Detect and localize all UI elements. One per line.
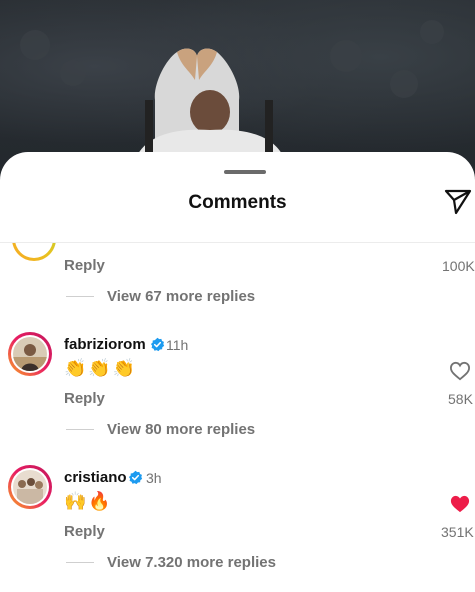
reply-button[interactable]: Reply [64,390,105,407]
avatar[interactable] [8,465,52,509]
comment-time: 3h [146,470,162,486]
divider-line [66,562,94,563]
crowd-shape [420,20,444,44]
divider-line [66,429,94,430]
comment-username[interactable]: cristiano [64,469,127,486]
like-count: 351K [441,524,474,540]
reply-button[interactable]: Reply [64,257,105,274]
avatar[interactable] [12,243,56,261]
comment-time: 11h [166,337,189,353]
crowd-shape [60,60,86,86]
crowd-shape [390,70,418,98]
paper-plane-icon[interactable] [444,189,472,215]
comment-item: Reply 100K View 67 more replies [0,243,475,313]
sheet-title: Comments [188,192,287,213]
profile-photo [13,337,47,371]
crowd-shape [20,30,50,60]
verified-badge-icon [128,470,143,485]
heart-outline-icon[interactable] [449,361,471,381]
like-count: 58K [448,391,473,407]
view-more-replies[interactable]: View 7.320 more replies [107,554,276,571]
profile-photo [13,470,47,504]
reply-button[interactable]: Reply [64,523,105,540]
heart-filled-icon[interactable] [449,494,471,514]
comment-item: fabriziorom 11h 👏👏👏 Reply 58K View 80 mo… [0,330,475,440]
divider-line [66,296,94,297]
comment-text: 🙌🔥 [64,491,113,511]
avatar[interactable] [8,332,52,376]
sheet-drag-handle[interactable] [224,170,266,174]
view-more-replies[interactable]: View 80 more replies [107,421,255,438]
comment-username[interactable]: fabriziorom [64,336,146,353]
comment-text: 👏👏👏 [64,358,138,378]
like-count: 100K [442,258,475,274]
comments-sheet: Comments Reply 100K View 67 more replies [0,152,475,592]
view-more-replies[interactable]: View 67 more replies [107,288,255,305]
player-silhouette [135,48,285,160]
comment-item: cristiano 3h 🙌🔥 Reply 351K View 7.320 mo… [0,463,475,588]
verified-badge-icon [150,337,165,352]
crowd-shape [330,40,362,72]
